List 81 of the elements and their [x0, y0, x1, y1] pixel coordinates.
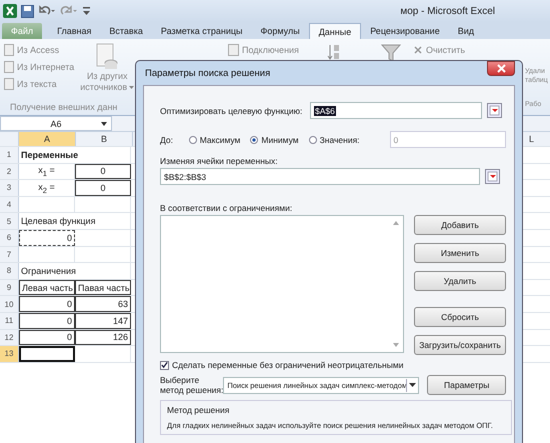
ribbon-tab[interactable]: Рецензирование	[361, 23, 449, 39]
options-button[interactable]: Параметры	[427, 375, 506, 395]
dropdown-icon[interactable]	[101, 122, 107, 126]
document-icon	[4, 61, 14, 73]
dialog-button[interactable]: Загрузить/сохранить	[414, 335, 506, 355]
radio-button[interactable]: Минимум	[250, 134, 299, 144]
sort-icon[interactable]	[326, 43, 341, 61]
field-label: Оптимизировать целевую функцию:	[160, 106, 304, 116]
dialog-button[interactable]: Удалить	[414, 271, 506, 291]
row-header[interactable]: 12	[0, 330, 19, 346]
row-header[interactable]: 1	[0, 147, 19, 163]
column-header[interactable]: A	[19, 132, 76, 146]
dropdown-icon	[129, 86, 134, 90]
objective-field[interactable]: $A$6	[310, 102, 482, 119]
window-title: мор - Microsoft Excel	[400, 6, 495, 16]
table-cell: 63	[75, 296, 131, 312]
row-header[interactable]: 11	[0, 312, 19, 329]
field-label: До:	[160, 134, 174, 144]
radio-button[interactable]: Максимум	[188, 134, 240, 144]
row-header[interactable]: 13	[0, 346, 19, 362]
name-box[interactable]: A6	[0, 116, 112, 131]
undo-icon[interactable]	[38, 5, 56, 17]
table-cell: 0	[19, 330, 75, 346]
customize-icon[interactable]	[82, 5, 91, 17]
radio-button[interactable]: Значения:	[308, 134, 360, 144]
ribbon-tab[interactable]: Разметка страницы	[152, 23, 252, 39]
variables-field[interactable]: $B$2:$B$3	[160, 168, 480, 185]
ribbon-tab[interactable]: Вставка	[100, 23, 152, 39]
clear-icon	[412, 45, 423, 55]
dialog-button[interactable]: Сбросить	[414, 307, 506, 327]
field-label: В соответствии с ограничениями:	[160, 203, 294, 213]
table-cell: 126	[75, 330, 131, 346]
dialog-button[interactable]: Добавить	[414, 215, 506, 235]
table-cell: 0	[75, 180, 131, 196]
table-cell: 0	[75, 164, 131, 180]
save-icon[interactable]	[21, 4, 34, 18]
group-label: Получение внешних данн	[9, 102, 118, 114]
row-header[interactable]: 8	[0, 263, 19, 279]
table-cell: 0	[19, 312, 75, 329]
check-icon	[161, 361, 168, 369]
active-cell[interactable]	[19, 346, 75, 362]
dialog-title: Параметры поиска решения	[145, 68, 270, 78]
table-cell: 0	[19, 230, 75, 246]
dropdown-icon	[409, 383, 416, 387]
nonnegative-checkbox[interactable]: Сделать переменные без ограничений неотрицательными	[160, 360, 506, 370]
row-header[interactable]: 2	[0, 164, 19, 180]
table-cell: Павая часть	[75, 280, 131, 296]
row-header[interactable]: 6	[0, 230, 19, 246]
field-label: Выберите метод решения:	[160, 375, 224, 395]
ribbon-tab[interactable]: Формулы	[252, 23, 309, 39]
ribbon-tab[interactable]: Данные	[308, 23, 362, 39]
table-cell: Левая часть	[19, 280, 75, 296]
collapse-icon[interactable]	[487, 103, 502, 118]
row-header[interactable]: 9	[0, 280, 19, 296]
collapse-icon[interactable]	[485, 169, 500, 184]
row-header[interactable]: 7	[0, 246, 19, 262]
column-header[interactable]: B	[76, 132, 133, 146]
ribbon-tab[interactable]: Вид	[448, 23, 483, 39]
row-header[interactable]: 5	[0, 213, 19, 229]
document-icon	[228, 44, 239, 56]
field-label: Изменяя ячейки переменных:	[160, 156, 279, 166]
filter-icon[interactable]	[380, 43, 401, 63]
dialog-button[interactable]: Изменить	[414, 243, 506, 263]
row-header[interactable]: 10	[0, 296, 19, 312]
document-icon	[4, 44, 14, 56]
document-icon	[4, 78, 14, 90]
table-cell: Целевая функция	[19, 213, 131, 229]
group-title: Метод решения	[167, 405, 230, 415]
ribbon-tab[interactable]: Главная	[48, 23, 100, 39]
excel-icon[interactable]	[3, 4, 17, 18]
close-icon	[496, 64, 506, 73]
table-cell: Переменные	[19, 147, 131, 163]
row-header[interactable]: 4	[0, 196, 19, 212]
close-button[interactable]	[487, 61, 515, 76]
table-cell: Ограничения	[19, 263, 131, 279]
table-cell: x$_{1}$ =	[19, 164, 75, 180]
table-cell: 147	[75, 312, 131, 329]
row-header[interactable]: 3	[0, 180, 19, 196]
database-icon	[96, 43, 118, 71]
table-cell: x$_{2}$ =	[19, 180, 75, 196]
table-cell: 0	[19, 296, 75, 312]
